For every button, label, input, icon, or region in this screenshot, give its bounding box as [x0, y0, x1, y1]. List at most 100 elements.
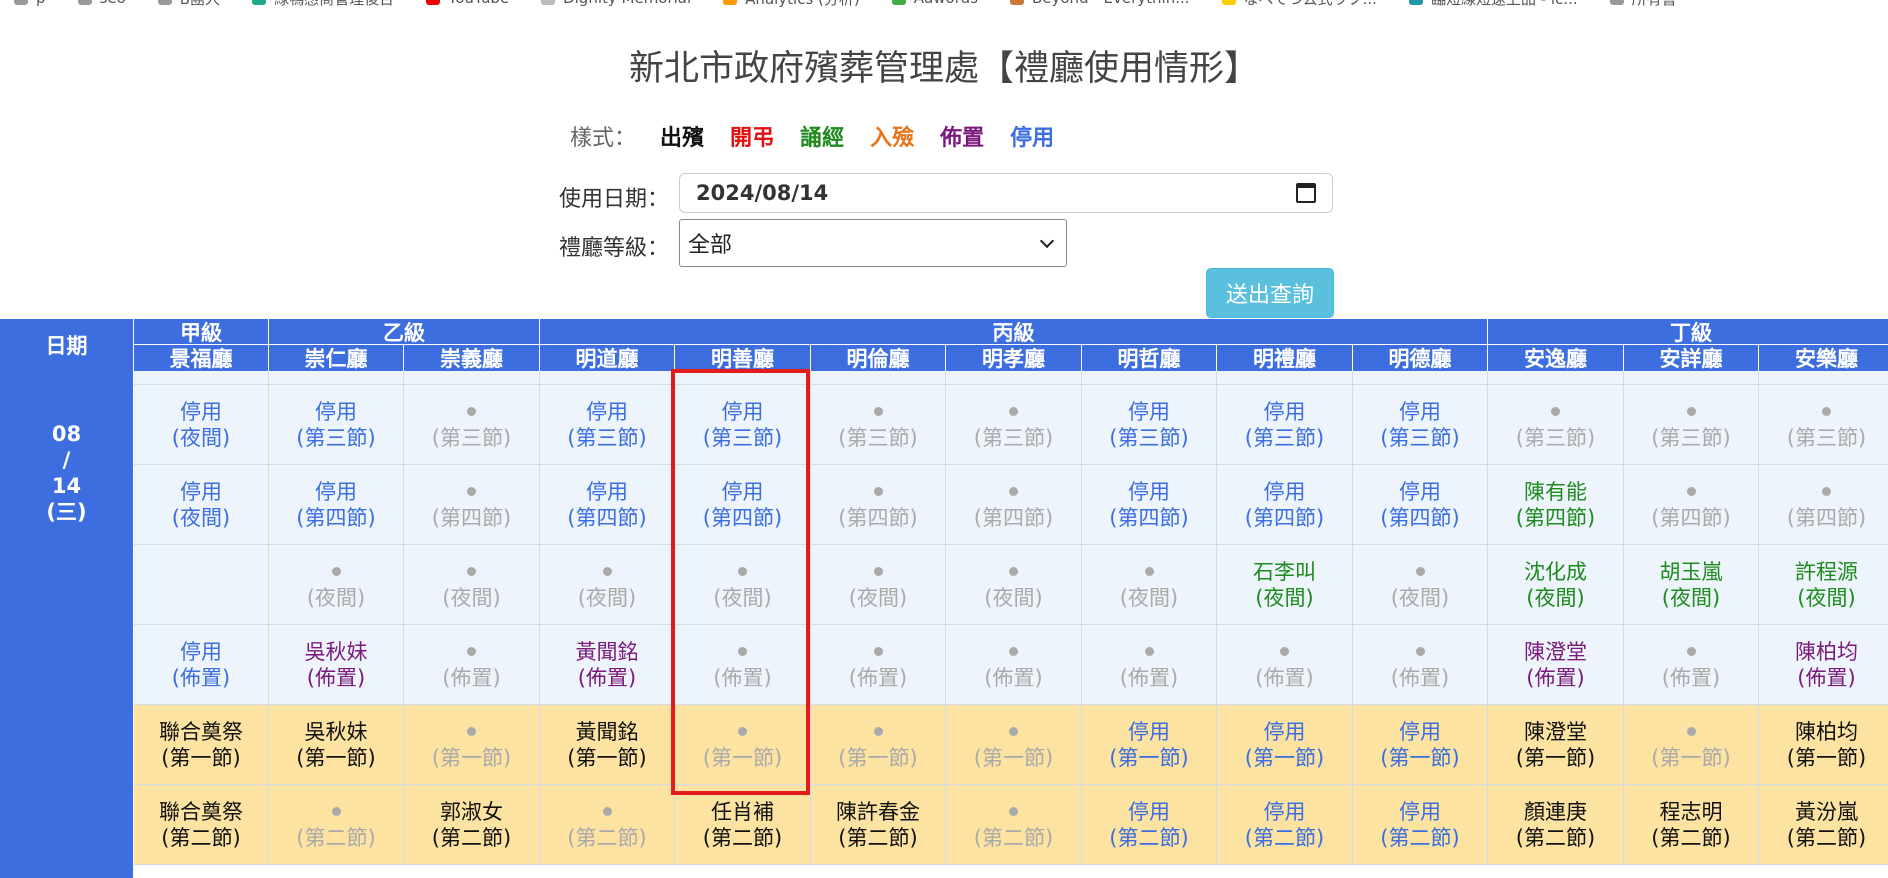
table-cell[interactable]: (第三節): [946, 385, 1082, 465]
cell-slot: (夜間): [442, 585, 501, 610]
table-cell[interactable]: (佈置): [404, 625, 540, 705]
table-cell[interactable]: 停用 (第三節): [1353, 385, 1488, 465]
table-cell[interactable]: 停用 (第四節): [540, 465, 675, 545]
table-cell[interactable]: (第三節): [404, 385, 540, 465]
table-cell[interactable]: (佈置): [1353, 625, 1488, 705]
table-cell[interactable]: (第四節): [1624, 465, 1759, 545]
table-cell[interactable]: (第一節): [1624, 705, 1759, 785]
table-cell[interactable]: 郭淑女 (第二節): [404, 785, 540, 865]
table-cell[interactable]: (佈置): [946, 625, 1082, 705]
table-cell[interactable]: (夜間): [269, 545, 404, 625]
table-cell[interactable]: 陳許春金 (第二節): [811, 785, 946, 865]
table-cell[interactable]: 吳秋妹 (第一節): [269, 705, 404, 785]
table-cell[interactable]: (佈置): [1217, 625, 1353, 705]
hall-header: 明哲廳: [1082, 345, 1217, 371]
bookmark-item[interactable]: Dignity Memorial: [541, 0, 691, 7]
table-cell[interactable]: 停用 (第二節): [1082, 785, 1217, 865]
table-cell[interactable]: 停用 (第三節): [1082, 385, 1217, 465]
table-cell[interactable]: (第四節): [946, 465, 1082, 545]
bookmark-item[interactable]: seo: [77, 0, 126, 7]
table-cell[interactable]: 黃聞銘 (第一節): [540, 705, 675, 785]
table-cell[interactable]: 停用 (第四節): [1353, 465, 1488, 545]
table-cell[interactable]: (第一節): [946, 705, 1082, 785]
bookmark-item[interactable]: p: [14, 0, 46, 7]
bookmark-item[interactable]: 所有書: [1609, 0, 1677, 9]
table-cell[interactable]: 陳澄堂 (第一節): [1488, 705, 1624, 785]
table-cell[interactable]: (佈置): [1624, 625, 1759, 705]
table-cell[interactable]: (第四節): [404, 465, 540, 545]
table-cell[interactable]: 許程源 (夜間): [1759, 545, 1888, 625]
level-select[interactable]: 全部: [679, 219, 1067, 267]
table-cell[interactable]: (佈置): [1082, 625, 1217, 705]
table-cell[interactable]: 停用 (第三節): [540, 385, 675, 465]
table-cell[interactable]: 胡玉嵐 (夜間): [1624, 545, 1759, 625]
bookmark-item[interactable]: 臨短線短速上品 - ic...: [1408, 0, 1578, 9]
table-cell[interactable]: 停用 (第四節): [1082, 465, 1217, 545]
table-cell[interactable]: (第二節): [540, 785, 675, 865]
table-cell[interactable]: (第三節): [1759, 385, 1888, 465]
table-cell[interactable]: (第三節): [811, 385, 946, 465]
table-cell[interactable]: (夜間): [1353, 545, 1488, 625]
calendar-icon[interactable]: [1296, 183, 1316, 203]
table-cell[interactable]: (夜間): [675, 545, 811, 625]
table-cell[interactable]: 聯合奠祭 (第二節): [134, 785, 269, 865]
table-cell[interactable]: 停用 (第三節): [269, 385, 404, 465]
table-cell[interactable]: 陳澄堂 (佈置): [1488, 625, 1624, 705]
table-cell[interactable]: 停用 (第三節): [675, 385, 811, 465]
table-cell[interactable]: (第二節): [269, 785, 404, 865]
table-cell[interactable]: (夜間): [1082, 545, 1217, 625]
table-cell[interactable]: (夜間): [946, 545, 1082, 625]
bookmark-item[interactable]: Adwords: [891, 0, 978, 7]
bookmark-item[interactable]: Analytics (分析): [723, 0, 860, 9]
submit-button[interactable]: 送出查詢: [1206, 268, 1334, 318]
table-cell[interactable]: 停用 (第二節): [1353, 785, 1488, 865]
table-cell[interactable]: (第四節): [811, 465, 946, 545]
table-cell[interactable]: 停用 (夜間): [134, 465, 269, 545]
bookmark-item[interactable]: 綠鴨感商管理後台: [252, 0, 394, 9]
date-input[interactable]: 2024/08/14: [679, 173, 1333, 213]
cell-slot: (夜間): [984, 585, 1043, 610]
table-cell[interactable]: 停用 (第四節): [675, 465, 811, 545]
table-cell[interactable]: 吳秋妹 (佈置): [269, 625, 404, 705]
table-cell[interactable]: (夜間): [540, 545, 675, 625]
table-cell[interactable]: (夜間): [404, 545, 540, 625]
table-cell[interactable]: 陳柏均 (佈置): [1759, 625, 1888, 705]
table-cell[interactable]: 任肖補 (第二節): [675, 785, 811, 865]
table-cell[interactable]: 停用 (第四節): [1217, 465, 1353, 545]
table-cell[interactable]: 停用 (第四節): [269, 465, 404, 545]
table-cell[interactable]: 停用 (夜間): [134, 385, 269, 465]
table-cell[interactable]: (佈置): [811, 625, 946, 705]
table-cell[interactable]: 陳有能 (第四節): [1488, 465, 1624, 545]
cell-slot: (佈置): [1255, 665, 1314, 690]
table-cell[interactable]: (佈置): [675, 625, 811, 705]
bookmark-item[interactable]: なべてつ公式ラブ...: [1221, 0, 1377, 9]
table-cell[interactable]: (第三節): [1624, 385, 1759, 465]
table-cell[interactable]: (第四節): [1759, 465, 1888, 545]
table-cell[interactable]: 黃聞銘 (佈置): [540, 625, 675, 705]
table-cell[interactable]: 石李叫 (夜間): [1217, 545, 1353, 625]
table-cell[interactable]: 停用 (第一節): [1217, 705, 1353, 785]
table-cell[interactable]: 停用 (第二節): [1217, 785, 1353, 865]
bookmark-item[interactable]: Beyond - Everythin...: [1009, 0, 1190, 7]
table-cell[interactable]: 黃汾嵐 (第二節): [1759, 785, 1888, 865]
table-cell[interactable]: 陳柏均 (第一節): [1759, 705, 1888, 785]
page-title: 新北市政府殯葬管理處【禮廳使用情形】: [628, 49, 1259, 89]
table-cell[interactable]: 停用 (第三節): [1217, 385, 1353, 465]
table-cell[interactable]: (夜間): [811, 545, 946, 625]
bookmark-item[interactable]: B團人: [157, 0, 220, 9]
table-cell[interactable]: 顏連庚 (第二節): [1488, 785, 1624, 865]
table-cell[interactable]: (第一節): [404, 705, 540, 785]
table-cell[interactable]: 程志明 (第二節): [1624, 785, 1759, 865]
table-cell[interactable]: 停用 (第一節): [1353, 705, 1488, 785]
bookmark-item[interactable]: YouTube: [426, 0, 509, 7]
table-cell[interactable]: 沈化成 (夜間): [1488, 545, 1624, 625]
table-cell[interactable]: (第一節): [675, 705, 811, 785]
table-cell[interactable]: 聯合奠祭 (第一節): [134, 705, 269, 785]
table-cell[interactable]: 停用 (第一節): [1082, 705, 1217, 785]
table-cell[interactable]: (第二節): [946, 785, 1082, 865]
table-cell[interactable]: 停用 (佈置): [134, 625, 269, 705]
legend: 樣式： 出殯 開弔 誦經 入殮 佈置 停用: [570, 120, 1080, 152]
table-cell[interactable]: (第一節): [811, 705, 946, 785]
bookmark-label: Adwords: [914, 0, 978, 7]
table-cell[interactable]: (第三節): [1488, 385, 1624, 465]
